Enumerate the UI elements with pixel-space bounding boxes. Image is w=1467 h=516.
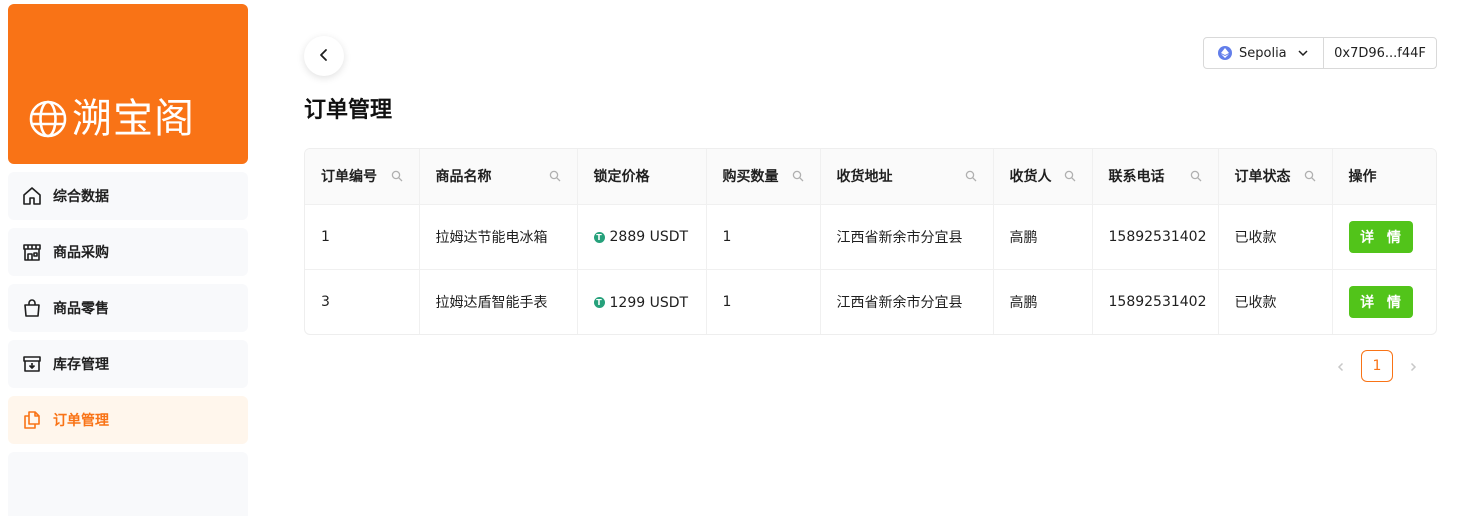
sidebar-item-label: 商品采购 bbox=[53, 245, 109, 261]
search-icon[interactable] bbox=[1190, 170, 1202, 182]
sidebar-item-retail[interactable]: 商品零售 bbox=[8, 284, 248, 332]
prev-page-button[interactable] bbox=[1327, 350, 1355, 382]
usdt-icon: T bbox=[593, 231, 605, 243]
search-icon[interactable] bbox=[1064, 170, 1076, 182]
cell-status: 已收款 bbox=[1218, 269, 1333, 334]
sidebar-footer bbox=[8, 452, 248, 516]
archive-box-icon bbox=[21, 353, 43, 375]
cell-phone: 15892531402 bbox=[1092, 204, 1219, 270]
search-icon[interactable] bbox=[549, 170, 561, 182]
wallet-control: Sepolia 0x7D96...f44F bbox=[1203, 37, 1437, 69]
page-title: 订单管理 bbox=[304, 98, 393, 123]
sidebar-item-orders[interactable]: 订单管理 bbox=[8, 396, 248, 444]
cell-order-id: 3 bbox=[305, 269, 420, 334]
network-selector[interactable]: Sepolia bbox=[1204, 38, 1324, 68]
shopping-bag-icon bbox=[21, 297, 43, 319]
column-label: 购买数量 bbox=[722, 169, 779, 186]
chevron-left-icon bbox=[317, 47, 331, 66]
column-header-product: 商品名称 bbox=[419, 149, 578, 205]
cell-status: 已收款 bbox=[1218, 204, 1333, 270]
column-label: 收货地址 bbox=[836, 169, 893, 186]
network-name: Sepolia bbox=[1239, 45, 1287, 61]
orders-table: 订单编号 商品名称 锁定价格 购买数量 收货地址 收货人 联系电话 订单状态 操… bbox=[304, 148, 1437, 335]
sidebar-item-label: 订单管理 bbox=[53, 413, 109, 429]
usdt-icon: T bbox=[593, 297, 605, 308]
globe-icon bbox=[28, 99, 68, 139]
column-label: 联系电话 bbox=[1108, 169, 1165, 186]
pagination: 1 bbox=[1327, 350, 1427, 382]
chevron-right-icon bbox=[1408, 357, 1418, 376]
logo-text: 溯宝阁 bbox=[72, 96, 195, 142]
cell-receiver: 高鹏 bbox=[993, 204, 1093, 270]
sidebar-item-label: 库存管理 bbox=[53, 357, 109, 373]
table-row: 1 拉姆达节能电冰箱 T 2889 USDT 1 江西省新余市分宜县 高鹏 158… bbox=[305, 204, 1436, 270]
column-label: 订单编号 bbox=[321, 169, 377, 186]
column-label: 订单状态 bbox=[1234, 169, 1291, 186]
cell-address: 江西省新余市分宜县 bbox=[820, 269, 994, 334]
logo: 溯宝阁 bbox=[28, 96, 195, 142]
sidebar-item-inventory[interactable]: 库存管理 bbox=[8, 340, 248, 388]
chevron-left-icon bbox=[1336, 357, 1346, 376]
column-label: 锁定价格 bbox=[593, 169, 650, 186]
next-page-button[interactable] bbox=[1399, 350, 1427, 382]
table-header-row: 订单编号 商品名称 锁定价格 购买数量 收货地址 收货人 联系电话 订单状态 操… bbox=[305, 149, 1436, 205]
column-label: 商品名称 bbox=[435, 169, 492, 186]
sidebar-item-label: 综合数据 bbox=[53, 189, 109, 205]
table-row: 3 拉姆达盾智能手表 T 1299 USDT 1 江西省新余市分宜县 高鹏 158… bbox=[305, 269, 1436, 334]
copy-document-icon bbox=[21, 409, 43, 431]
cell-action: 详 情 bbox=[1332, 204, 1436, 270]
page-number-button[interactable]: 1 bbox=[1361, 350, 1393, 382]
cell-order-id: 1 bbox=[305, 204, 420, 270]
chevron-down-icon bbox=[1297, 47, 1309, 59]
column-header-quantity: 购买数量 bbox=[706, 149, 821, 205]
search-icon[interactable] bbox=[1304, 170, 1316, 182]
cell-quantity: 1 bbox=[706, 269, 821, 334]
cell-phone: 15892531402 bbox=[1092, 269, 1219, 334]
cell-receiver: 高鹏 bbox=[993, 269, 1093, 334]
search-icon[interactable] bbox=[391, 170, 403, 182]
column-header-action: 操作 bbox=[1332, 149, 1436, 205]
cell-product: 拉姆达节能电冰箱 bbox=[419, 204, 578, 270]
store-icon bbox=[21, 241, 43, 263]
column-header-price: 锁定价格 bbox=[577, 149, 707, 205]
cell-address: 江西省新余市分宜县 bbox=[820, 204, 994, 270]
cell-price: T 1299 USDT bbox=[577, 269, 707, 334]
column-header-phone: 联系电话 bbox=[1092, 149, 1219, 205]
wallet-address-button[interactable]: 0x7D96...f44F bbox=[1324, 38, 1436, 68]
cell-action: 详 情 bbox=[1332, 269, 1436, 334]
sidebar-item-dashboard[interactable]: 综合数据 bbox=[8, 172, 248, 220]
column-header-order-id: 订单编号 bbox=[305, 149, 420, 205]
sidebar: 溯宝阁 综合数据 商品采购 商品零售 库存管理 订单管理 bbox=[8, 4, 248, 516]
column-label: 收货人 bbox=[1009, 169, 1052, 186]
cell-price: T 2889 USDT bbox=[577, 204, 707, 270]
price-value: 1299 USDT bbox=[609, 294, 689, 311]
sidebar-item-purchase[interactable]: 商品采购 bbox=[8, 228, 248, 276]
search-icon[interactable] bbox=[965, 170, 977, 182]
back-button[interactable] bbox=[304, 36, 344, 76]
column-label: 操作 bbox=[1348, 169, 1377, 186]
cell-quantity: 1 bbox=[706, 204, 821, 270]
price-value: 2889 USDT bbox=[609, 229, 689, 246]
ethereum-icon bbox=[1218, 46, 1232, 60]
column-header-status: 订单状态 bbox=[1218, 149, 1333, 205]
cell-product: 拉姆达盾智能手表 bbox=[419, 269, 578, 334]
search-icon[interactable] bbox=[792, 170, 804, 182]
home-icon bbox=[21, 185, 43, 207]
column-header-receiver: 收货人 bbox=[993, 149, 1093, 205]
logo-banner: 溯宝阁 bbox=[8, 4, 248, 164]
detail-button[interactable]: 详 情 bbox=[1348, 285, 1413, 318]
sidebar-item-label: 商品零售 bbox=[53, 301, 109, 317]
column-header-address: 收货地址 bbox=[820, 149, 994, 205]
detail-button[interactable]: 详 情 bbox=[1348, 220, 1413, 253]
